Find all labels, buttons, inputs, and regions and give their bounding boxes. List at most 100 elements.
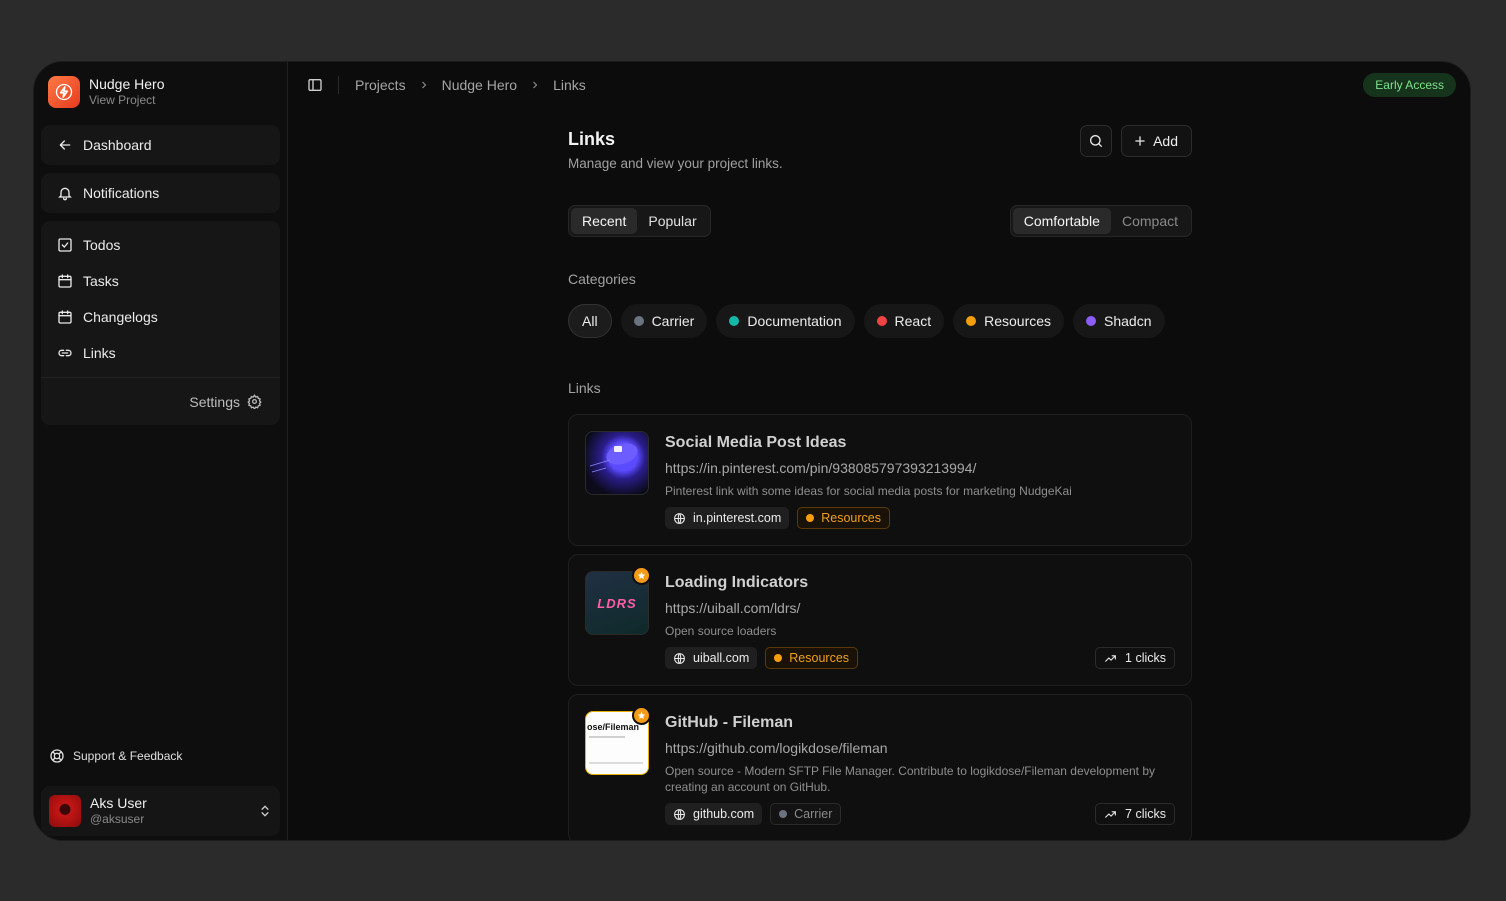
sidebar-item-tasks[interactable]: Tasks [41,263,280,299]
domain-label: github.com [693,807,755,821]
sidebar-item-todos[interactable]: Todos [41,227,280,263]
link-title[interactable]: Social Media Post Ideas [665,433,1175,453]
project-name: Nudge Hero [89,76,165,92]
link-thumbnail [585,431,649,495]
settings-button[interactable]: Settings [41,378,280,425]
thumbnail-lines [589,762,643,764]
globe-icon [674,652,685,664]
lifebuoy-icon [50,749,64,763]
notifications-link[interactable]: Notifications [41,173,280,213]
thumbnail-text: LDRS [597,595,637,611]
globe-icon [674,808,685,820]
chevron-right-icon [533,81,538,89]
favorite-star-icon[interactable] [632,706,651,725]
click-count-badge: 7 clicks [1095,803,1175,825]
category-dot [729,316,740,326]
category-label: Resources [789,651,850,665]
category-dot [779,810,788,818]
early-access-badge: Early Access [1363,73,1456,97]
add-label: Add [1153,133,1178,149]
category-dot [806,514,815,522]
category-chip-shadcn[interactable]: Shadcn [1073,304,1165,338]
support-feedback-link[interactable]: Support & Feedback [49,748,182,764]
category-label: Carrier [794,807,833,821]
add-link-button[interactable]: Add [1121,125,1192,157]
thumbnail-lines [589,736,625,738]
breadcrumb: Projects Nudge Hero Links [338,76,586,94]
category-tag: Carrier [770,803,842,825]
arrow-left-icon [59,140,71,150]
click-count: 7 clicks [1125,807,1166,821]
page-subtitle: Manage and view your project links. [568,156,783,171]
category-dot [1086,316,1097,326]
sidebar-item-links[interactable]: Links [41,335,280,371]
sort-tabs: Recent Popular [568,205,711,237]
link-title[interactable]: Loading Indicators [665,573,1175,593]
links-page: Links Manage and view your project links… [568,122,1192,840]
project-subtitle[interactable]: View Project [89,93,165,108]
avatar [49,795,81,827]
category-tag: Resources [797,507,890,529]
globe-icon [674,512,685,524]
category-dot [774,654,783,662]
category-tag: Resources [765,647,859,669]
domain-label: in.pinterest.com [693,511,782,525]
link-url[interactable]: https://uiball.com/ldrs/ [665,599,1175,617]
search-icon [1090,135,1103,147]
support-label: Support & Feedback [73,749,183,763]
link-description: Open source loaders [665,624,777,638]
sidebar-toggle-icon[interactable] [307,77,323,93]
link-card[interactable]: ose/Fileman GitHub - Fileman https://git… [568,694,1192,840]
top-bar: Projects Nudge Hero Links Early Access [288,62,1470,108]
plus-icon [1135,136,1145,146]
user-handle: @aksuser [90,812,145,826]
sidebar-item-label: Todos [83,237,121,253]
favorite-star-icon[interactable] [632,566,651,585]
chevron-right-icon [421,81,426,89]
tab-popular[interactable]: Popular [637,208,707,234]
category-chip-all[interactable]: All [568,304,612,338]
dashboard-label: Dashboard [83,137,152,153]
link-url[interactable]: https://in.pinterest.com/pin/93808579739… [665,459,1175,477]
category-chip-react[interactable]: React [863,304,945,338]
link-title[interactable]: GitHub - Fileman [665,713,1175,733]
link-url[interactable]: https://github.com/logikdose/fileman [665,739,1175,757]
bell-icon [58,187,72,201]
view-mode-tabs: Comfortable Compact [1009,205,1192,237]
tab-recent[interactable]: Recent [571,208,638,234]
chip-label: Resources [984,313,1052,329]
dashboard-link[interactable]: Dashboard [41,125,280,165]
category-dot [633,316,644,326]
domain-tag: github.com [665,803,763,825]
category-dot [876,316,887,326]
link-card[interactable]: Social Media Post Ideas https://in.pinte… [568,414,1192,546]
link-icon [58,349,72,357]
links-heading: Links [568,380,601,396]
click-count-badge: 1 clicks [1095,647,1175,669]
category-chip-resources[interactable]: Resources [953,304,1065,338]
tab-comfortable[interactable]: Comfortable [1012,208,1111,234]
link-card[interactable]: LDRS Loading Indicators https://uiball.c… [568,554,1192,686]
calendar-icon [58,310,72,324]
link-description: Open source - Modern SFTP File Manager. … [665,764,1156,794]
domain-tag: uiball.com [665,647,758,669]
category-dot [966,316,977,326]
sidebar-item-changelogs[interactable]: Changelogs [41,299,280,335]
breadcrumb-projects[interactable]: Projects [355,77,406,93]
click-count: 1 clicks [1125,651,1166,665]
sidebar-item-label: Tasks [83,273,119,289]
project-switcher[interactable]: Nudge Hero View Project [48,76,165,108]
breadcrumb-project[interactable]: Nudge Hero [442,77,518,93]
tab-compact[interactable]: Compact [1111,208,1189,234]
category-chip-documentation[interactable]: Documentation [716,304,855,338]
trending-up-icon [1105,810,1116,818]
app-window: Nudge Hero View Project Dashboard Notifi… [33,61,1471,841]
settings-label: Settings [189,393,240,410]
chip-label: Carrier [651,313,695,329]
gear-icon [247,394,262,409]
search-button[interactable] [1080,125,1113,157]
user-menu[interactable]: Aks User @aksuser [41,786,280,836]
domain-label: uiball.com [693,651,750,665]
category-chip-carrier[interactable]: Carrier [620,304,708,338]
chip-label: Documentation [747,313,842,329]
